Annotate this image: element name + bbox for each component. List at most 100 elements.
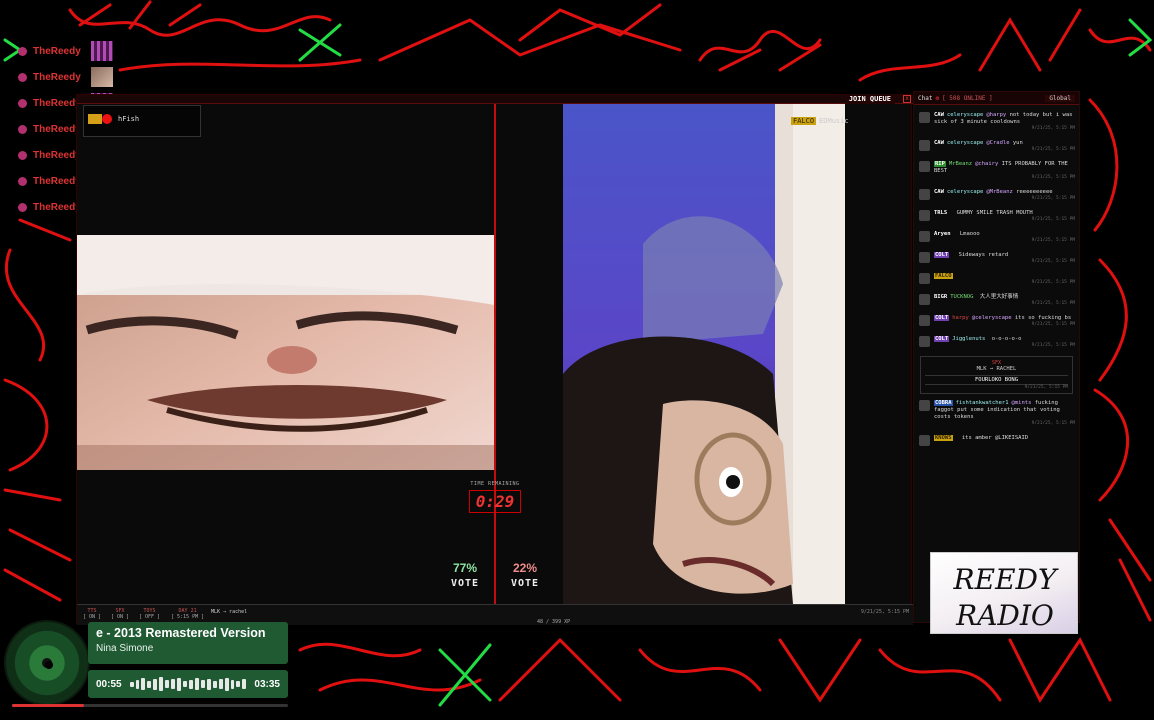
user-badge: COLT bbox=[934, 315, 950, 321]
chat-username[interactable]: harpy bbox=[952, 315, 969, 321]
viewer-name: TheReedy bbox=[33, 71, 81, 83]
chat-message: TRLS GUMMY SMILE TRASH MOUTH 9/21/25, 5:1… bbox=[914, 208, 1079, 226]
logo-line-1: REEDY bbox=[953, 563, 1059, 596]
vinyl-disc-icon bbox=[4, 620, 90, 706]
chat-timestamp: 9/21/25, 5:15 PM bbox=[1031, 126, 1075, 131]
waveform-bar bbox=[153, 678, 158, 690]
avatar[interactable] bbox=[919, 161, 930, 172]
avatar[interactable] bbox=[919, 140, 930, 151]
waveform-bar bbox=[236, 681, 241, 687]
waveform-bar bbox=[224, 677, 229, 691]
avatar[interactable] bbox=[919, 336, 930, 347]
avatar[interactable] bbox=[919, 435, 930, 446]
logo-image: REEDY RADIO bbox=[953, 563, 1059, 632]
user-badge: CAW bbox=[934, 140, 944, 146]
total-time: 03:35 bbox=[254, 678, 280, 690]
logo-line-2: RADIO bbox=[955, 599, 1054, 632]
face-avatar bbox=[91, 67, 113, 87]
user-badge: RIP bbox=[934, 161, 946, 167]
right-camera-image bbox=[563, 104, 845, 604]
close-icon[interactable]: x bbox=[903, 95, 911, 103]
chat-text: reeeeeeeeee bbox=[1016, 189, 1053, 195]
chat-mention[interactable]: @Cradle bbox=[986, 140, 1009, 146]
xp-counter: 48 / 399 XP bbox=[537, 619, 571, 625]
right-camera-feed[interactable] bbox=[563, 104, 845, 604]
avatar[interactable] bbox=[919, 400, 930, 411]
gear-icon[interactable]: ⚙ bbox=[935, 95, 939, 102]
user-badge: COBRA bbox=[934, 400, 953, 406]
chat-username[interactable]: celeryscape bbox=[947, 189, 983, 195]
badge-icon bbox=[88, 114, 102, 124]
user-badge: CAW bbox=[934, 112, 944, 118]
sfx-event-card: SFX MLK → RACHEL FOURLOKO BONG 9/21/25, … bbox=[920, 356, 1073, 394]
avatar[interactable] bbox=[919, 189, 930, 200]
right-cam-label: FALCO EDMusic bbox=[791, 117, 849, 125]
tts-toggle[interactable]: TTS [ ON ] bbox=[83, 608, 101, 620]
toys-toggle[interactable]: TOYS [ OFF ] bbox=[139, 608, 160, 620]
waveform-bar bbox=[183, 681, 187, 687]
chat-username[interactable]: MrBeanz bbox=[949, 161, 972, 167]
chat-message: CAW celeryscape @harpy not today but i was… bbox=[914, 110, 1079, 135]
chat-message: COLT Sideways retard 9/21/25, 5:15 PM bbox=[914, 250, 1079, 268]
avatar[interactable] bbox=[919, 210, 930, 221]
chat-message: KNOWS its amber @LIKEISAID bbox=[914, 433, 1079, 446]
chat-username[interactable]: celeryscape bbox=[947, 112, 983, 118]
left-camera-feed[interactable] bbox=[77, 235, 494, 470]
vote-left-button[interactable]: VOTE bbox=[435, 578, 495, 589]
track-info: e - 2013 Remastered Version Nina Simone bbox=[88, 622, 288, 664]
user-badge: TRLS bbox=[934, 210, 948, 216]
right-cam-username: EDMusic bbox=[819, 117, 849, 125]
vote-right-button[interactable]: VOTE bbox=[495, 578, 555, 589]
vote-left: 77% VOTE bbox=[435, 561, 495, 589]
wave-avatar bbox=[91, 41, 113, 61]
chat-mention[interactable]: @MrBeanz bbox=[986, 189, 1013, 195]
chat-text: Sideways retard bbox=[958, 252, 1009, 258]
avatar[interactable] bbox=[919, 231, 930, 242]
chat-text: Lmaooo bbox=[959, 231, 980, 237]
track-artist: Nina Simone bbox=[96, 643, 154, 654]
chat-message-group: COBRA fishtankwatcher1 @mints fucking fagg… bbox=[914, 398, 1079, 446]
split-divider bbox=[494, 104, 496, 604]
chat-message: CAW celeryscape @MrBeanz reeeeeeeeee 9/21/2… bbox=[914, 187, 1079, 205]
chat-mention[interactable]: @celeryscape bbox=[972, 315, 1012, 321]
chat-message: Aryen Lmaooo 9/21/25, 5:15 PM bbox=[914, 229, 1079, 247]
stream-titlebar: JOIN QUEUE x bbox=[77, 94, 913, 104]
right-cam-badge: FALCO bbox=[791, 117, 817, 125]
chat-text: its so fucking bs bbox=[1014, 315, 1072, 321]
chat-scope-select[interactable]: Global bbox=[1045, 94, 1075, 102]
user-icon bbox=[18, 124, 27, 134]
track-title: e - 2013 Remastered Version bbox=[96, 626, 266, 640]
user-badge: FALCO bbox=[934, 273, 953, 279]
avatar[interactable] bbox=[919, 315, 930, 326]
now-playing-widget: e - 2013 Remastered Version Nina Simone … bbox=[4, 620, 294, 712]
waveform-bar bbox=[147, 680, 152, 688]
avatar[interactable] bbox=[919, 273, 930, 284]
chat-timestamp: 9/21/25, 5:15 PM bbox=[1031, 238, 1075, 243]
avatar[interactable] bbox=[919, 112, 930, 123]
chat-username[interactable]: Jigglenuts bbox=[952, 336, 985, 342]
chat-messages: CAW celeryscape @harpy not today but i was… bbox=[914, 110, 1079, 448]
avatar[interactable] bbox=[919, 294, 930, 305]
chat-mention[interactable]: @chairy bbox=[975, 161, 998, 167]
chat-mention[interactable]: @harpy bbox=[986, 112, 1006, 118]
avatar[interactable] bbox=[919, 252, 930, 263]
timer-value: 0:29 bbox=[469, 490, 521, 513]
route-text: MLK → rachel bbox=[211, 609, 248, 615]
chat-timestamp: 9/21/25, 5:15 PM bbox=[1031, 322, 1075, 327]
waveform-bar bbox=[159, 677, 164, 691]
chat-mention[interactable]: @mints bbox=[1012, 400, 1032, 406]
sfx-toggle[interactable]: SFX [ ON ] bbox=[111, 608, 129, 620]
progress-bar[interactable] bbox=[12, 704, 288, 707]
chat-username[interactable]: celeryscape bbox=[947, 140, 983, 146]
chat-username[interactable]: TUCKNOG bbox=[950, 294, 973, 300]
chat-username[interactable]: fishtankwatcher1 bbox=[956, 400, 1009, 406]
waveform-icon[interactable] bbox=[129, 677, 247, 691]
user-icon bbox=[18, 72, 27, 82]
join-queue-button[interactable]: JOIN QUEUE bbox=[844, 94, 895, 104]
chat-message: COBRA fishtankwatcher1 @mints fucking fagg… bbox=[914, 398, 1079, 430]
chat-timestamp: 9/21/25, 5:15 PM bbox=[1031, 196, 1075, 201]
user-icon bbox=[18, 150, 27, 160]
waveform-bar bbox=[177, 677, 182, 691]
user-badge: COLT bbox=[934, 336, 950, 342]
user-badge: COLT bbox=[934, 252, 950, 258]
